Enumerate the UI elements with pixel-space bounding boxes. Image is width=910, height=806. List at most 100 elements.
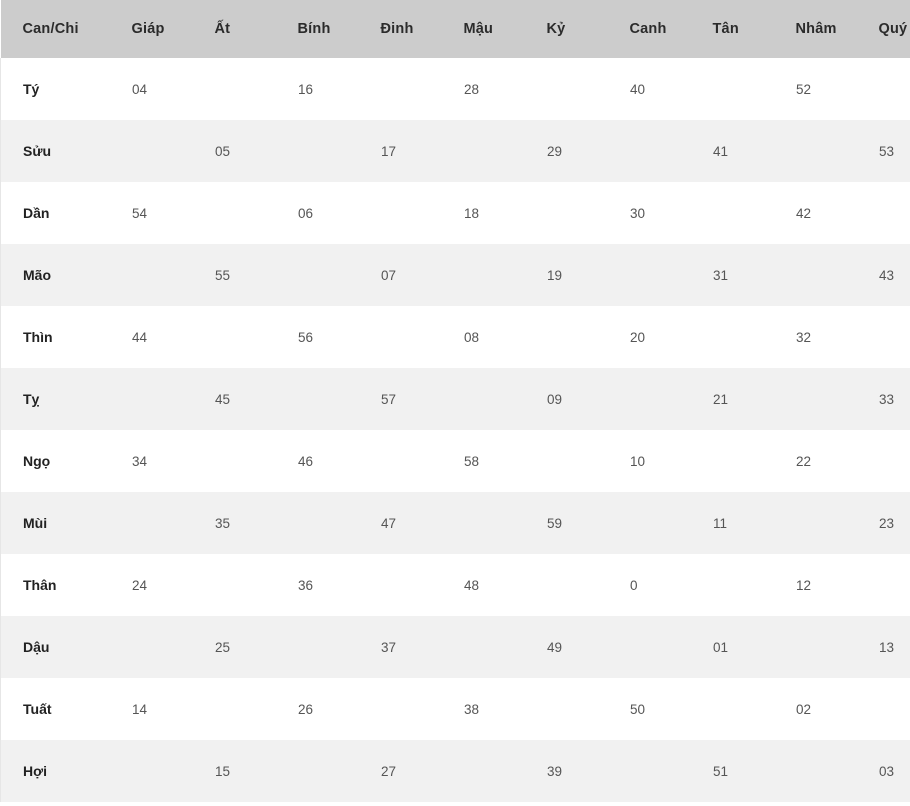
cell (202, 554, 285, 616)
cell-value: 59 (547, 515, 563, 531)
column-header-quy[interactable]: Quý (865, 0, 910, 58)
cell: 43 (866, 244, 910, 306)
cell: 46 (285, 430, 368, 492)
cell-value (451, 275, 533, 276)
column-header-tan[interactable]: Tân (699, 0, 783, 58)
table-row[interactable]: Sửu 05 17 29 41 53 (0, 120, 910, 182)
table-row[interactable]: Thân 24 36 48 0 12 (0, 554, 910, 616)
cell (866, 554, 910, 616)
cell: 35 (202, 492, 285, 554)
cell-value: 23 (879, 515, 895, 531)
table-row[interactable]: Dậu 25 37 49 01 13 (0, 616, 910, 678)
cell: 38 (451, 678, 534, 740)
table-row[interactable]: Thìn 44 56 08 20 32 (0, 306, 910, 368)
cell-value: 53 (879, 143, 895, 159)
cell (451, 120, 534, 182)
cell-value: 56 (298, 329, 314, 345)
cell (617, 492, 700, 554)
table-row[interactable]: Tuất 14 26 38 50 02 (0, 678, 910, 740)
cell (534, 182, 617, 244)
cell-value (285, 151, 367, 152)
cell (534, 554, 617, 616)
cell: 03 (866, 740, 910, 802)
cell-value (700, 709, 782, 710)
cell-value: 22 (796, 453, 812, 469)
cell (285, 244, 368, 306)
cell-value (617, 771, 699, 772)
cell-value (119, 399, 201, 400)
cell-value: 16 (298, 81, 314, 97)
cell (783, 740, 866, 802)
cell (700, 430, 783, 492)
cell-value (285, 647, 367, 648)
cell-value (368, 461, 450, 462)
cell: 16 (285, 58, 368, 120)
table-row[interactable]: Mão 55 07 19 31 43 (0, 244, 910, 306)
column-header-label: Ất (214, 21, 231, 37)
cell-value: 57 (381, 391, 397, 407)
row-label-dau: Dậu (0, 616, 119, 678)
cell-value (534, 213, 616, 214)
cell: 39 (534, 740, 617, 802)
cell (783, 616, 866, 678)
column-header-binh[interactable]: Bính (284, 0, 368, 58)
cell: 20 (617, 306, 700, 368)
column-header-nham[interactable]: Nhâm (782, 0, 866, 58)
cell-value: 13 (879, 639, 895, 655)
cell (783, 368, 866, 430)
cell (119, 368, 202, 430)
cell-value (617, 399, 699, 400)
table-row[interactable]: Tỵ 45 57 09 21 33 (0, 368, 910, 430)
cell-value: 21 (713, 391, 729, 407)
table-row[interactable]: Ngọ 34 46 58 10 22 (0, 430, 910, 492)
column-header-dinh[interactable]: Đinh (367, 0, 451, 58)
cell: 57 (368, 368, 451, 430)
row-label-hoi: Hợi (0, 740, 119, 802)
cell-value: 45 (215, 391, 231, 407)
column-header-can-chi[interactable]: Can/Chi (0, 0, 119, 58)
cell: 59 (534, 492, 617, 554)
column-header-at[interactable]: Ất (201, 0, 285, 58)
table-row[interactable]: Dần 54 06 18 30 42 (0, 182, 910, 244)
column-header-ky[interactable]: Kỷ (533, 0, 617, 58)
cell: 17 (368, 120, 451, 182)
cell-value: 09 (547, 391, 563, 407)
cell: 02 (783, 678, 866, 740)
row-label-text: Tỵ (23, 391, 40, 407)
cell: 29 (534, 120, 617, 182)
cell: 0 (617, 554, 700, 616)
cell-value (700, 89, 782, 90)
cell-value (617, 151, 699, 152)
sexagenary-cycle-table-container: Can/Chi Giáp Ất Bính Đinh Mậu Kỷ Canh Tâ… (0, 0, 910, 806)
column-header-canh[interactable]: Canh (616, 0, 700, 58)
cell-value: 49 (547, 639, 563, 655)
cell: 40 (617, 58, 700, 120)
table-row[interactable]: Mùi 35 47 59 11 23 (0, 492, 910, 554)
cell-value (119, 151, 201, 152)
cell-value: 08 (464, 329, 480, 345)
cell: 50 (617, 678, 700, 740)
cell-value (285, 399, 367, 400)
table-row[interactable]: Tý 04 16 28 40 52 (0, 58, 910, 120)
cell-value: 15 (215, 763, 231, 779)
row-label-suu: Sửu (0, 120, 119, 182)
cell-value (783, 523, 865, 524)
row-label-text: Mùi (23, 515, 48, 531)
cell (534, 306, 617, 368)
table-row[interactable]: Hợi 15 27 39 51 03 (0, 740, 910, 802)
cell: 08 (451, 306, 534, 368)
cell-value (368, 89, 450, 90)
cell: 34 (119, 430, 202, 492)
cell: 26 (285, 678, 368, 740)
cell (866, 678, 910, 740)
cell-value: 07 (381, 267, 397, 283)
cell (368, 554, 451, 616)
cell-value (202, 337, 284, 338)
column-header-mau[interactable]: Mậu (450, 0, 534, 58)
cell: 22 (783, 430, 866, 492)
column-header-label: Đinh (380, 21, 414, 37)
cell (285, 616, 368, 678)
column-header-giap[interactable]: Giáp (118, 0, 202, 58)
cell: 30 (617, 182, 700, 244)
cell: 06 (285, 182, 368, 244)
